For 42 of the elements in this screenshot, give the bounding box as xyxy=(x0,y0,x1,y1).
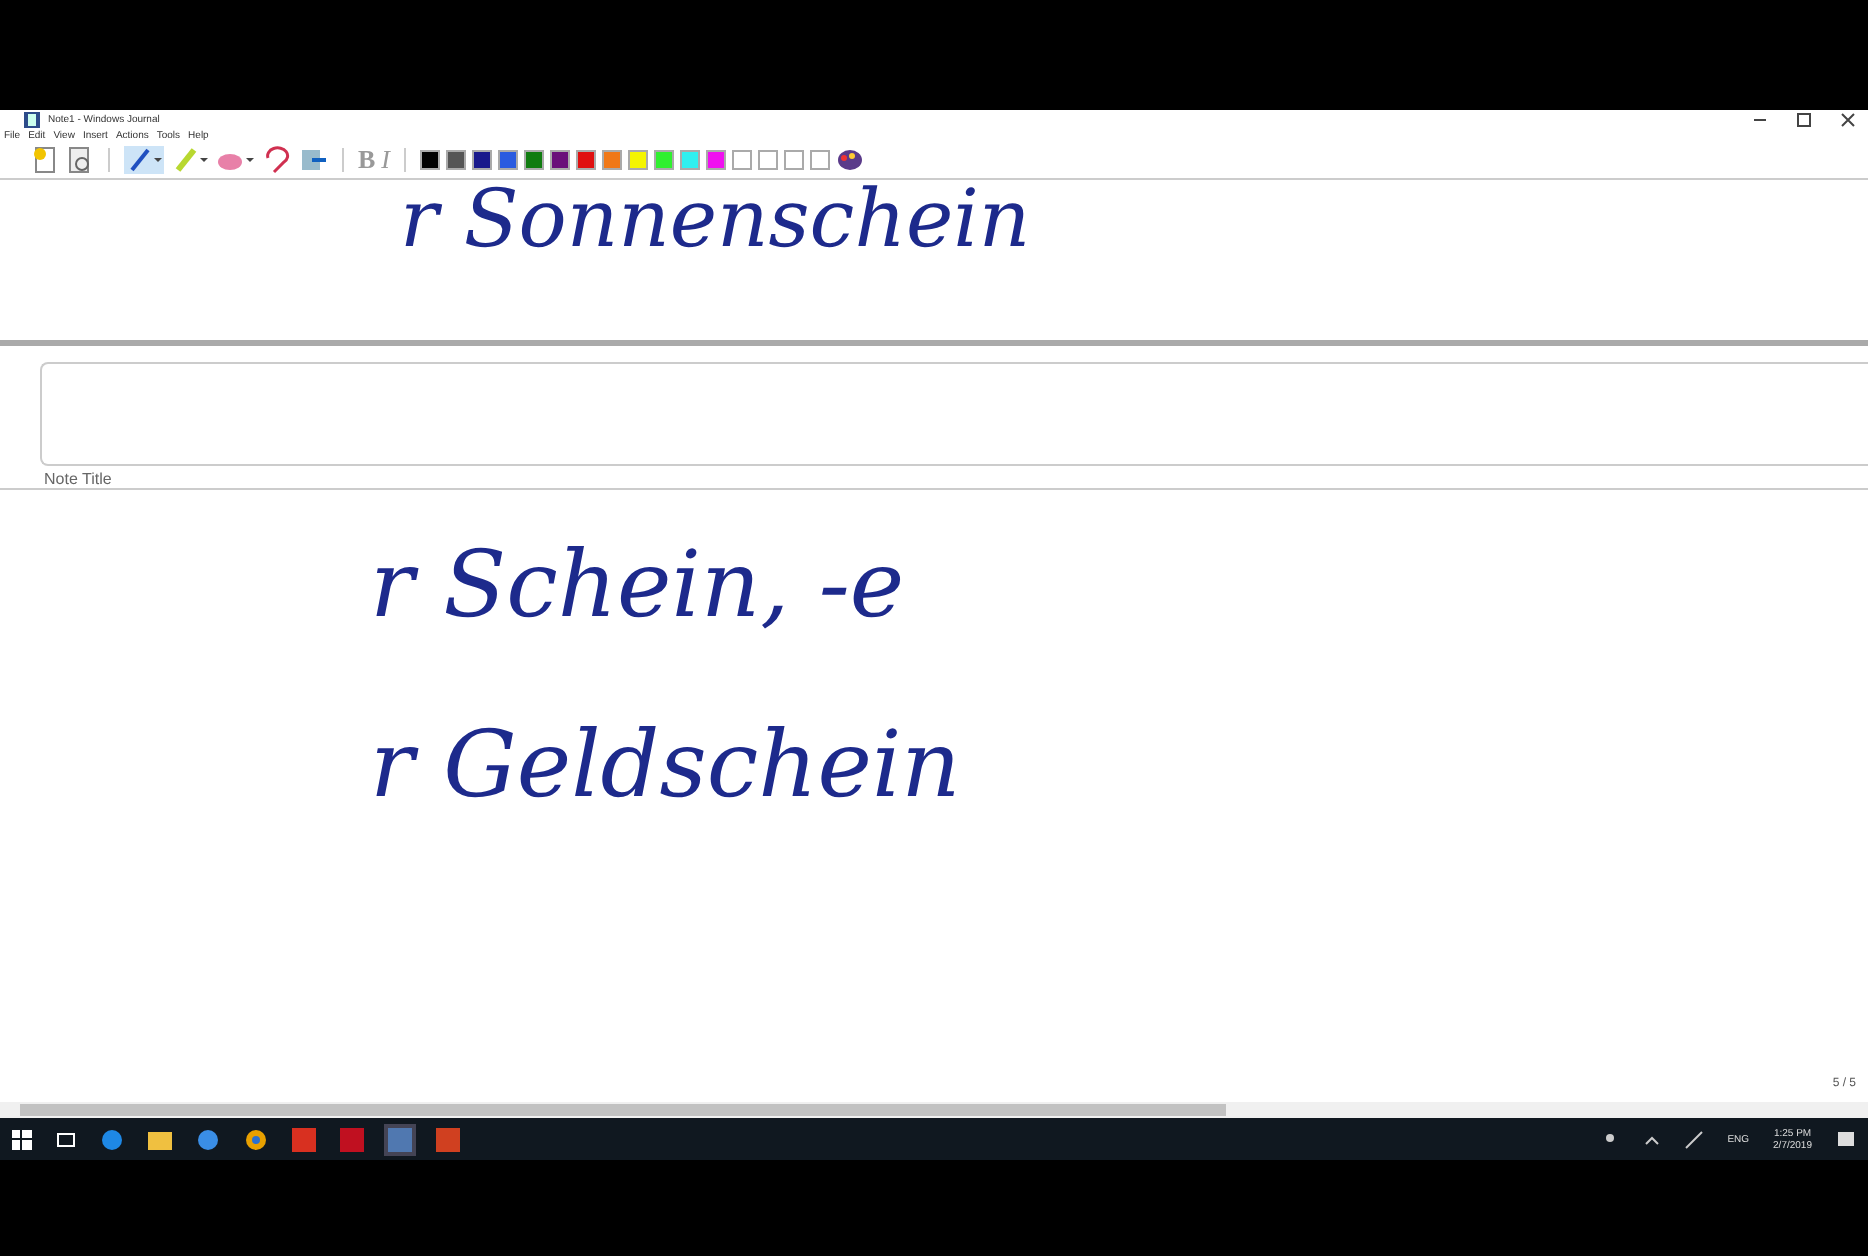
app-icon[interactable] xyxy=(292,1127,316,1151)
app-icon[interactable] xyxy=(340,1127,364,1151)
color-swatch[interactable] xyxy=(680,150,701,170)
folder-icon[interactable] xyxy=(148,1129,172,1149)
new-note-icon[interactable] xyxy=(32,146,60,174)
close-icon[interactable] xyxy=(1840,111,1856,127)
color-swatch[interactable] xyxy=(498,150,519,170)
color-swatch[interactable] xyxy=(602,150,623,170)
color-swatch[interactable] xyxy=(550,150,571,170)
handwritten-word: r Schein, -e xyxy=(370,528,907,642)
handwritten-word: r Geldschein xyxy=(370,707,963,822)
color-palette-icon[interactable] xyxy=(836,148,865,172)
color-swatch[interactable] xyxy=(732,150,753,170)
horizontal-scrollbar[interactable] xyxy=(0,1102,1868,1118)
insert-space-icon[interactable] xyxy=(300,146,328,174)
lasso-icon[interactable] xyxy=(262,146,294,174)
color-swatch[interactable] xyxy=(446,150,467,170)
journal-app-icon xyxy=(24,111,40,127)
notification-icon[interactable] xyxy=(1836,1129,1856,1149)
handwritten-word: r Sonnenschein xyxy=(400,172,1031,270)
color-swatch[interactable] xyxy=(784,150,805,170)
windows-start-icon[interactable] xyxy=(12,1129,32,1149)
color-swatch[interactable] xyxy=(472,150,493,170)
color-swatch[interactable] xyxy=(810,150,831,170)
pen-icon[interactable] xyxy=(124,146,164,174)
app-icon[interactable] xyxy=(196,1127,220,1151)
presentation-icon[interactable] xyxy=(436,1127,460,1151)
color-swatch[interactable] xyxy=(576,150,597,170)
color-swatch[interactable] xyxy=(628,150,649,170)
minimize-icon[interactable] xyxy=(1752,113,1768,125)
maximize-icon[interactable] xyxy=(1796,111,1812,127)
color-swatch[interactable] xyxy=(420,150,441,170)
color-swatch[interactable] xyxy=(524,150,545,170)
note-title-field[interactable] xyxy=(40,362,1868,466)
note-title-label: Note Title xyxy=(44,470,114,488)
task-view-icon[interactable] xyxy=(56,1129,76,1149)
browser-icon[interactable] xyxy=(100,1127,124,1151)
color-swatch[interactable] xyxy=(706,150,727,170)
color-swatch[interactable] xyxy=(654,150,675,170)
chevron-up-icon[interactable] xyxy=(1643,1131,1660,1147)
color-swatch[interactable] xyxy=(758,150,779,170)
page-icon[interactable] xyxy=(66,146,94,174)
